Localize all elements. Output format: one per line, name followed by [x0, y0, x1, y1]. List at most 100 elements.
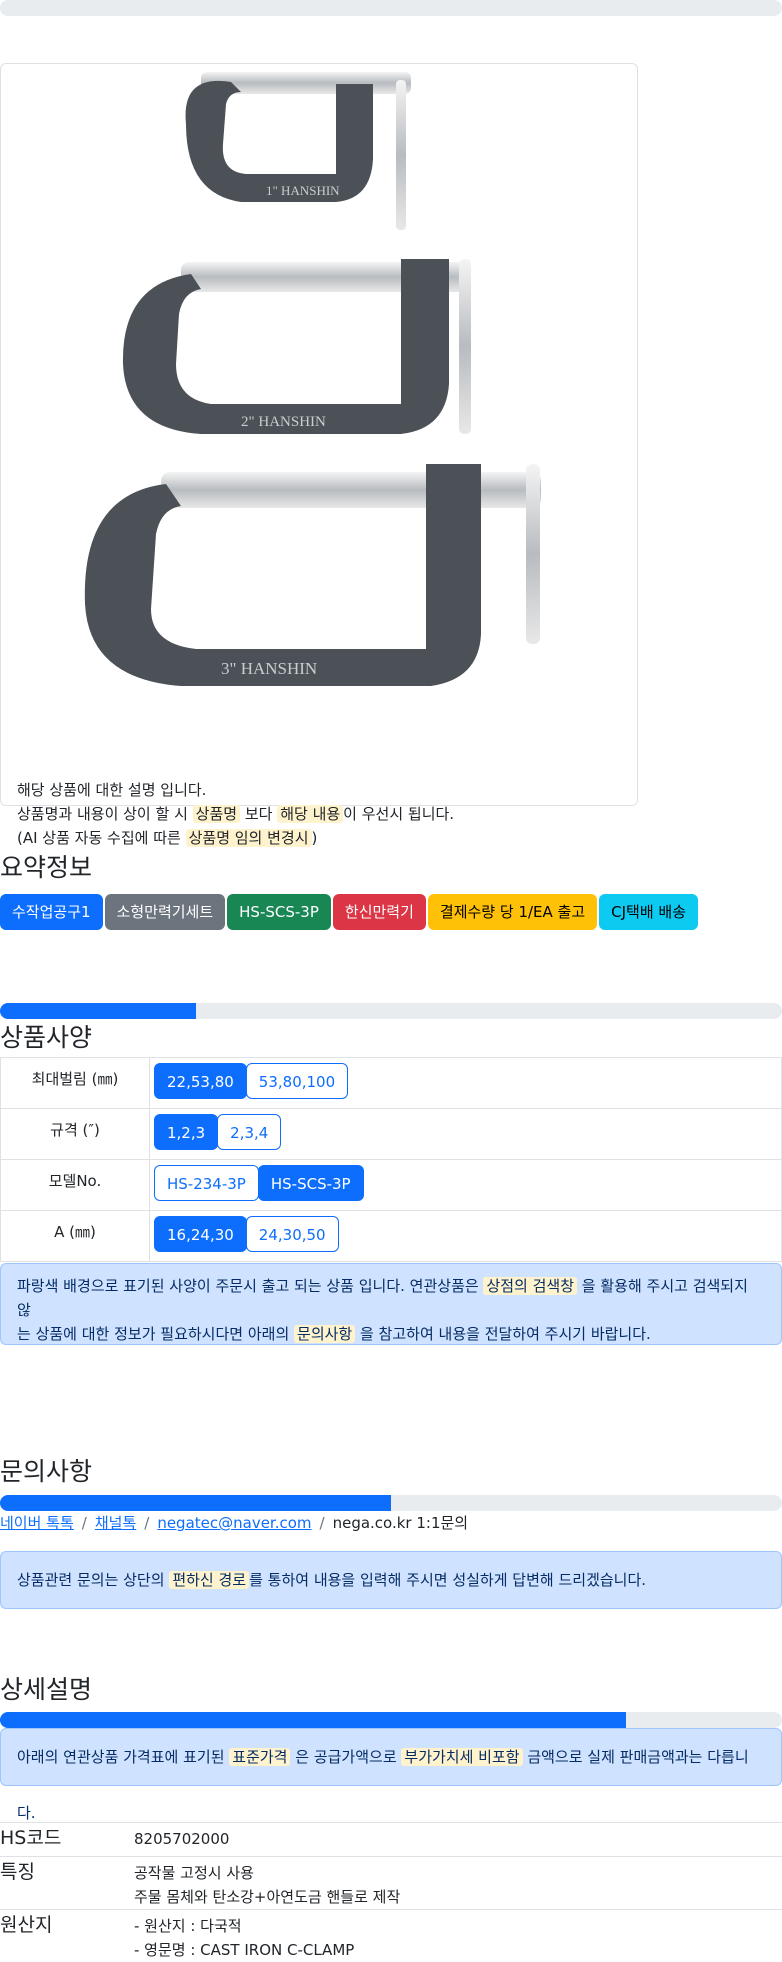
spec-option-button[interactable]: 53,80,100	[246, 1063, 348, 1099]
spec-option-button[interactable]: 1,2,3	[154, 1114, 218, 1150]
clamp-small: 1" HANSHIN	[186, 72, 411, 230]
highlight-text: 편하신 경로	[169, 1571, 249, 1589]
separator: /	[320, 1514, 325, 1532]
inquiry-plain-text: nega.co.kr 1:1문의	[333, 1514, 469, 1532]
info-value-line: - 원산지 : 다국적	[134, 1914, 782, 1938]
spec-options: HS-234-3PHS-SCS-3P	[150, 1160, 782, 1211]
info-row: HS코드8205702000	[0, 1823, 782, 1857]
clamp-medium: 2" HANSHIN	[123, 259, 471, 434]
spec-key: 모델No.	[1, 1160, 150, 1211]
spec-row: A (㎜)16,24,3024,30,50	[1, 1211, 782, 1262]
summary-badge: 한신만력기	[333, 894, 426, 930]
summary-badge: CJ택배 배송	[599, 894, 698, 930]
spec-title: 상품사양	[0, 1018, 92, 1054]
summary-badge: 수작업공구1	[0, 894, 103, 930]
info-value: - 원산지 : 다국적- 영문명 : CAST IRON C-CLAMP	[134, 1910, 782, 1962]
summary-badges: 수작업공구1소형만력기세트HS-SCS-3P한신만력기결제수량 당 1/EA 출…	[0, 894, 700, 930]
info-value: 공작물 고정시 사용주물 몸체와 탄소강+아연도금 핸들로 제작	[134, 1857, 782, 1910]
highlight-text: 표준가격	[229, 1748, 290, 1766]
text-segment: 상품명과 내용이 상이 할 시	[17, 805, 193, 823]
info-value-line: - 영문명 : CAST IRON C-CLAMP	[134, 1938, 782, 1962]
highlight-text: 상품명	[193, 805, 240, 823]
summary-title: 요약정보	[0, 848, 92, 884]
separator: /	[82, 1514, 87, 1532]
info-key: 원산지	[0, 1910, 134, 1962]
product-description: 해당 상품에 대한 설명 입니다. 상품명과 내용이 상이 할 시 상품명 보다 …	[17, 778, 454, 850]
notice-line: 는 상품에 대한 정보가 필요하시다면 아래의 문의사항 을 참고하여 내용을 …	[17, 1322, 765, 1346]
highlight-text: 부가가치세 비포함	[401, 1748, 522, 1766]
spec-option-button[interactable]: HS-234-3P	[154, 1165, 259, 1201]
text-segment: (AI 상품 자동 수집에 따른	[17, 829, 186, 847]
spec-options: 22,53,8053,80,100	[150, 1058, 782, 1109]
detail-notice: 아래의 연관상품 가격표에 표기된 표준가격 은 공급가액으로 부가가치세 비포…	[0, 1728, 782, 1786]
text-segment: 파랑색 배경으로 표기된 사양이 주문시 출고 되는 상품 입니다. 연관상품은	[17, 1277, 483, 1295]
spec-table: 최대벌림 (㎜)22,53,8053,80,100규격 (″)1,2,32,3,…	[0, 1057, 782, 1262]
description-line: 상품명과 내용이 상이 할 시 상품명 보다 해당 내용이 우선시 됩니다.	[17, 802, 454, 826]
spec-row: 모델No.HS-234-3PHS-SCS-3P	[1, 1160, 782, 1211]
inquiry-notice: 상품관련 문의는 상단의 편하신 경로를 통하여 내용을 입력해 주시면 성실하…	[0, 1551, 782, 1609]
info-value-line: 8205702000	[134, 1827, 782, 1851]
text-segment: 상품관련 문의는 상단의	[17, 1571, 169, 1589]
spec-option-button[interactable]: 22,53,80	[154, 1063, 247, 1099]
text-segment: 이 우선시 됩니다.	[343, 805, 454, 823]
text-segment: 를 통하여 내용을 입력해 주시면 성실하게 답변해 드리겠습니다.	[249, 1571, 646, 1589]
info-key: HS코드	[0, 1823, 134, 1857]
spec-option-button[interactable]: HS-SCS-3P	[258, 1165, 364, 1201]
clamp-large: 3" HANSHIN	[85, 464, 541, 686]
highlight-text: 상품명 임의 변경시	[186, 829, 312, 847]
clamp-label-3: 3" HANSHIN	[221, 659, 317, 678]
c-clamp-product-image: 1" HANSHIN 2" HANSHIN 3" HANSHIN	[1, 64, 639, 704]
spec-option-button[interactable]: 2,3,4	[217, 1114, 281, 1150]
clamp-label-2: 2" HANSHIN	[241, 414, 326, 430]
notice-line: 파랑색 배경으로 표기된 사양이 주문시 출고 되는 상품 입니다. 연관상품은…	[17, 1274, 765, 1322]
info-key: 특징	[0, 1857, 134, 1910]
summary-badge: 소형만력기세트	[105, 894, 226, 930]
detail-progress-fill	[0, 1712, 626, 1728]
summary-badge: HS-SCS-3P	[227, 894, 331, 930]
info-row: 특징공작물 고정시 사용주물 몸체와 탄소강+아연도금 핸들로 제작	[0, 1857, 782, 1910]
spec-row: 규격 (″)1,2,32,3,4	[1, 1109, 782, 1160]
text-segment: 는 상품에 대한 정보가 필요하시다면 아래의	[17, 1325, 294, 1343]
spec-row: 최대벌림 (㎜)22,53,8053,80,100	[1, 1058, 782, 1109]
text-segment: 해당 상품에 대한 설명 입니다.	[17, 781, 206, 799]
product-detail-page: 1" HANSHIN 2" HANSHIN 3" HANSHIN 해당 상품에 …	[0, 0, 782, 1959]
description-line: (AI 상품 자동 수집에 따른 상품명 임의 변경시)	[17, 826, 454, 850]
info-value: 8205702000	[134, 1823, 782, 1857]
text-segment: )	[312, 829, 318, 847]
description-line: 해당 상품에 대한 설명 입니다.	[17, 778, 454, 802]
highlight-text: 상점의 검색창	[483, 1277, 577, 1295]
spec-progress-bar	[0, 1003, 782, 1019]
top-progress-bar	[0, 0, 782, 16]
spec-notice: 파랑색 배경으로 표기된 사양이 주문시 출고 되는 상품 입니다. 연관상품은…	[0, 1263, 782, 1345]
spec-options: 16,24,3024,30,50	[150, 1211, 782, 1262]
text-segment: 을 참고하여 내용을 전달하여 주시기 바랍니다.	[355, 1325, 651, 1343]
info-value-line: 공작물 고정시 사용	[134, 1861, 782, 1885]
spec-key: A (㎜)	[1, 1211, 150, 1262]
separator: /	[144, 1514, 149, 1532]
info-row: 원산지- 원산지 : 다국적- 영문명 : CAST IRON C-CLAMP	[0, 1910, 782, 1962]
text-segment: 아래의 연관상품 가격표에 표기된	[17, 1748, 229, 1766]
detail-progress-bar	[0, 1712, 782, 1728]
spec-progress-fill	[0, 1003, 196, 1019]
inquiry-link[interactable]: 채널톡	[95, 1514, 136, 1532]
product-image-card: 1" HANSHIN 2" HANSHIN 3" HANSHIN 해당 상품에 …	[0, 63, 638, 806]
spec-key: 최대벌림 (㎜)	[1, 1058, 150, 1109]
text-segment: 은 공급가액으로	[290, 1748, 401, 1766]
highlight-text: 해당 내용	[277, 805, 343, 823]
summary-badge: 결제수량 당 1/EA 출고	[428, 894, 597, 930]
spec-option-button[interactable]: 24,30,50	[246, 1216, 339, 1252]
inquiry-progress-bar	[0, 1495, 782, 1511]
inquiry-title: 문의사항	[0, 1452, 92, 1488]
detail-info-table: HS코드8205702000특징공작물 고정시 사용주물 몸체와 탄소강+아연도…	[0, 1822, 782, 1962]
spec-option-button[interactable]: 16,24,30	[154, 1216, 247, 1252]
info-value-line: 주물 몸체와 탄소강+아연도금 핸들로 제작	[134, 1885, 782, 1909]
spec-key: 규격 (″)	[1, 1109, 150, 1160]
clamp-label-1: 1" HANSHIN	[266, 183, 340, 198]
detail-title: 상세설명	[0, 1670, 92, 1706]
inquiry-link[interactable]: negatec@naver.com	[157, 1514, 311, 1532]
inquiry-link[interactable]: 네이버 톡톡	[0, 1514, 74, 1532]
highlight-text: 문의사항	[294, 1325, 355, 1343]
spec-options: 1,2,32,3,4	[150, 1109, 782, 1160]
text-segment: 보다	[240, 805, 277, 823]
inquiry-links: 네이버 톡톡 / 채널톡 / negatec@naver.com / nega.co.kr …	[0, 1512, 468, 1533]
